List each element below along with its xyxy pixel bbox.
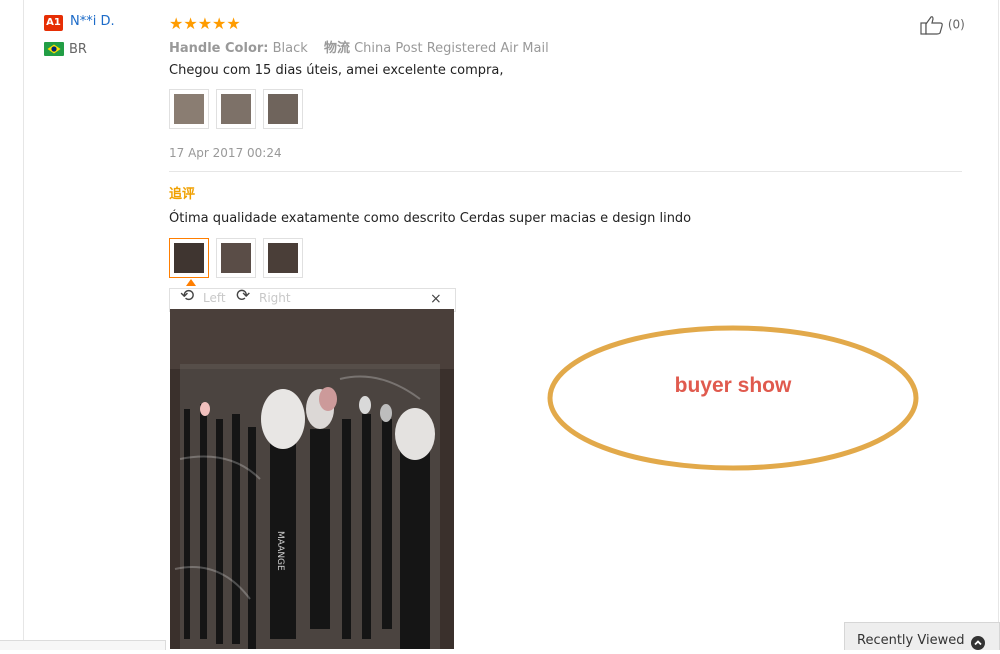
rotate-right-button[interactable]: Right (259, 291, 291, 305)
buyer-show-label: buyer show (674, 374, 792, 397)
shipping-label: 物流 (323, 41, 350, 56)
reviewer-country: BR (69, 42, 87, 57)
sku-value: Black (272, 41, 308, 56)
review-photo-thumb-2[interactable] (216, 89, 256, 129)
sku-info: Handle Color: Black 物流 China Post Regist… (169, 37, 549, 56)
chevron-up-icon[interactable] (971, 636, 985, 650)
rotate-left-button[interactable]: Left (203, 291, 226, 305)
annotation-ellipse (547, 325, 919, 471)
helpful-count: (0) (947, 17, 965, 32)
review-photo-thumb-1[interactable] (169, 89, 209, 129)
sku-label: Handle Color: (169, 41, 269, 56)
appended-photo-thumb-2[interactable] (216, 238, 256, 278)
shipping-value: China Post Registered Air Mail (354, 41, 549, 56)
buyer-level-badge: A1 (44, 15, 63, 31)
thumbs-up-icon (920, 16, 943, 35)
appended-review-title: 追评 (169, 187, 196, 202)
brazil-flag-icon (44, 42, 64, 56)
right-border (998, 0, 999, 649)
photo-brand-text: MAANGE (275, 531, 285, 571)
active-thumb-indicator (186, 279, 196, 286)
recently-viewed-label: Recently Viewed (857, 633, 965, 648)
appended-review-text: Ótima qualidade exatamente como descrito… (169, 211, 692, 226)
review-date: 17 Apr 2017 00:24 (169, 146, 282, 160)
appended-photo-thumb-1[interactable] (169, 238, 209, 278)
rotate-right-icon[interactable]: ⟳ (236, 286, 250, 306)
close-viewer-button[interactable]: × (430, 291, 442, 307)
appended-photo-thumb-3[interactable] (263, 238, 303, 278)
star-rating: ★★★★★ (169, 14, 241, 33)
helpful-button[interactable]: (0) (920, 15, 965, 35)
rotate-left-icon[interactable]: ⟲ (180, 286, 194, 306)
enlarged-review-photo: MAANGE (170, 309, 454, 649)
left-border (23, 0, 24, 649)
divider (169, 171, 962, 172)
review-photo-thumb-3[interactable] (263, 89, 303, 129)
review-text: Chegou com 15 dias úteis, amei excelente… (169, 63, 504, 78)
reviewer-name[interactable]: N**i D. (70, 14, 115, 29)
recently-viewed-tab[interactable]: Recently Viewed (844, 622, 1000, 650)
